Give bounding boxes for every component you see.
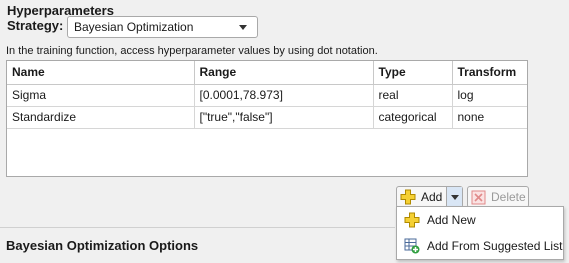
chevron-down-icon [239, 24, 247, 30]
column-header-name[interactable]: Name [7, 61, 195, 85]
cell-transform[interactable]: log [452, 84, 527, 107]
column-header-range[interactable]: Range [194, 61, 374, 85]
add-button[interactable]: Add [397, 187, 447, 207]
strategy-label: Strategy: [7, 18, 64, 33]
table-row[interactable]: Standardize ["true","false"] categorical… [7, 106, 527, 129]
section-divider [0, 227, 395, 228]
table-row[interactable]: Sigma [0.0001,78.973] real log [7, 84, 527, 107]
table-add-icon [404, 238, 420, 254]
add-dropdown-toggle[interactable] [447, 187, 462, 207]
strategy-dropdown[interactable]: Bayesian Optimization [67, 16, 258, 38]
add-button-label: Add [421, 190, 443, 204]
plus-icon [404, 212, 420, 228]
menu-item-label: Add From Suggested List [427, 239, 563, 253]
add-split-button: Add [396, 186, 463, 208]
cell-name[interactable]: Standardize [7, 106, 195, 129]
cell-type[interactable]: real [373, 84, 453, 107]
delete-icon [471, 190, 486, 205]
plus-icon [400, 189, 416, 205]
bayesian-options-title: Bayesian Optimization Options [6, 238, 199, 253]
menu-item-add-from-suggested-list[interactable]: Add From Suggested List [397, 233, 563, 259]
cell-range[interactable]: ["true","false"] [194, 106, 374, 129]
column-header-transform[interactable]: Transform [452, 61, 527, 85]
cell-transform[interactable]: none [452, 106, 527, 129]
strategy-value: Bayesian Optimization [74, 20, 194, 34]
menu-item-add-new[interactable]: Add New [397, 207, 563, 233]
chevron-down-icon [450, 194, 459, 200]
menu-item-label: Add New [427, 213, 476, 227]
cell-type[interactable]: categorical [373, 106, 453, 129]
cell-name[interactable]: Sigma [7, 84, 195, 107]
cell-range[interactable]: [0.0001,78.973] [194, 84, 374, 107]
add-menu: Add New Add From Suggested List [396, 206, 564, 260]
info-text: In the training function, access hyperpa… [6, 45, 378, 57]
table-header-row: Name Range Type Transform [7, 61, 527, 85]
hyperparameters-table: Name Range Type Transform Sigma [0.0001,… [6, 60, 528, 177]
delete-button[interactable]: Delete [467, 186, 529, 208]
column-header-type[interactable]: Type [373, 61, 453, 85]
delete-button-label: Delete [491, 190, 526, 204]
